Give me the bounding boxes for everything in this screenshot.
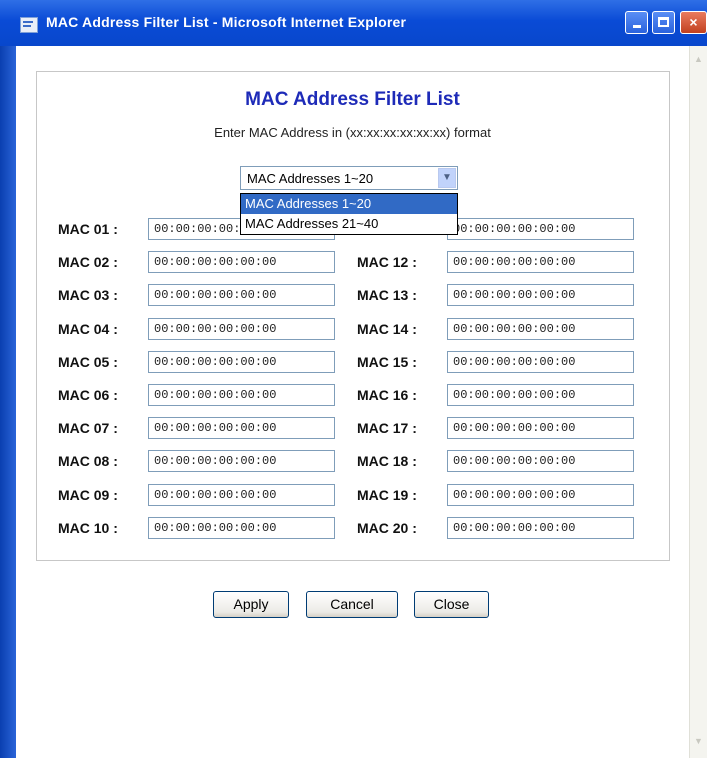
format-instructions: Enter MAC Address in (xx:xx:xx:xx:xx:xx)… [214, 125, 491, 140]
mac-address-input[interactable] [148, 517, 335, 539]
vertical-scrollbar[interactable]: ▲ ▼ [689, 46, 707, 758]
mac-label: MAC 02 : [58, 254, 118, 270]
mac-label: MAC 09 : [58, 487, 118, 503]
mac-label: MAC 14 : [357, 321, 417, 337]
maximize-icon [658, 17, 669, 27]
close-window-button[interactable]: × [680, 11, 707, 34]
mac-address-input[interactable] [447, 484, 634, 506]
mac-label: MAC 18 : [357, 453, 417, 469]
mac-address-input[interactable] [148, 484, 335, 506]
window-frame-left [0, 46, 16, 758]
scroll-up-icon[interactable]: ▲ [693, 54, 704, 64]
mac-label: MAC 06 : [58, 387, 118, 403]
page-title: MAC Address Filter List [245, 89, 460, 110]
mac-label: MAC 10 : [58, 520, 118, 536]
mac-range-selected-value: MAC Addresses 1~20 [247, 171, 374, 186]
mac-range-option-1-20[interactable]: MAC Addresses 1~20 [241, 194, 457, 214]
mac-address-input[interactable] [148, 450, 335, 472]
cancel-button[interactable]: Cancel [306, 591, 398, 618]
mac-address-input[interactable] [148, 417, 335, 439]
chevron-down-icon[interactable]: ▼ [438, 168, 456, 188]
mac-address-input[interactable] [447, 218, 634, 240]
mac-address-input[interactable] [447, 284, 634, 306]
browser-window: MAC Address Filter List - Microsoft Inte… [0, 0, 707, 758]
close-button[interactable]: Close [414, 591, 489, 618]
mac-range-option-21-40[interactable]: MAC Addresses 21~40 [241, 214, 457, 234]
mac-label: MAC 12 : [357, 254, 417, 270]
mac-label: MAC 19 : [357, 487, 417, 503]
mac-label: MAC 15 : [357, 354, 417, 370]
mac-label: MAC 08 : [58, 453, 118, 469]
close-icon: × [689, 14, 698, 30]
page-content: MAC Address Filter List Enter MAC Addres… [16, 46, 689, 758]
minimize-button[interactable] [625, 11, 648, 34]
maximize-button[interactable] [652, 11, 675, 34]
minimize-icon [632, 25, 641, 28]
mac-range-dropdown: MAC Addresses 1~20 MAC Addresses 21~40 [240, 193, 458, 235]
window-title: MAC Address Filter List - Microsoft Inte… [46, 14, 407, 30]
mac-range-select[interactable]: MAC Addresses 1~20 ▼ [240, 166, 458, 190]
mac-address-input[interactable] [148, 318, 335, 340]
mac-label: MAC 03 : [58, 287, 118, 303]
mac-label: MAC 07 : [58, 420, 118, 436]
mac-address-input[interactable] [447, 251, 634, 273]
scroll-down-icon[interactable]: ▼ [693, 736, 704, 746]
mac-label: MAC 04 : [58, 321, 118, 337]
mac-address-input[interactable] [148, 384, 335, 406]
mac-address-input[interactable] [447, 318, 634, 340]
mac-address-input[interactable] [148, 251, 335, 273]
mac-address-input[interactable] [447, 450, 634, 472]
mac-label: MAC 01 : [58, 221, 118, 237]
mac-label: MAC 13 : [357, 287, 417, 303]
mac-address-input[interactable] [447, 417, 634, 439]
mac-address-input[interactable] [148, 351, 335, 373]
mac-label: MAC 20 : [357, 520, 417, 536]
mac-address-input[interactable] [447, 351, 634, 373]
ie-page-icon [20, 17, 38, 33]
mac-label: MAC 16 : [357, 387, 417, 403]
title-bar[interactable]: MAC Address Filter List - Microsoft Inte… [0, 0, 707, 46]
mac-address-input[interactable] [148, 284, 335, 306]
mac-address-input[interactable] [447, 517, 634, 539]
mac-address-input[interactable] [447, 384, 634, 406]
apply-button[interactable]: Apply [213, 591, 289, 618]
mac-label: MAC 05 : [58, 354, 118, 370]
mac-label: MAC 17 : [357, 420, 417, 436]
